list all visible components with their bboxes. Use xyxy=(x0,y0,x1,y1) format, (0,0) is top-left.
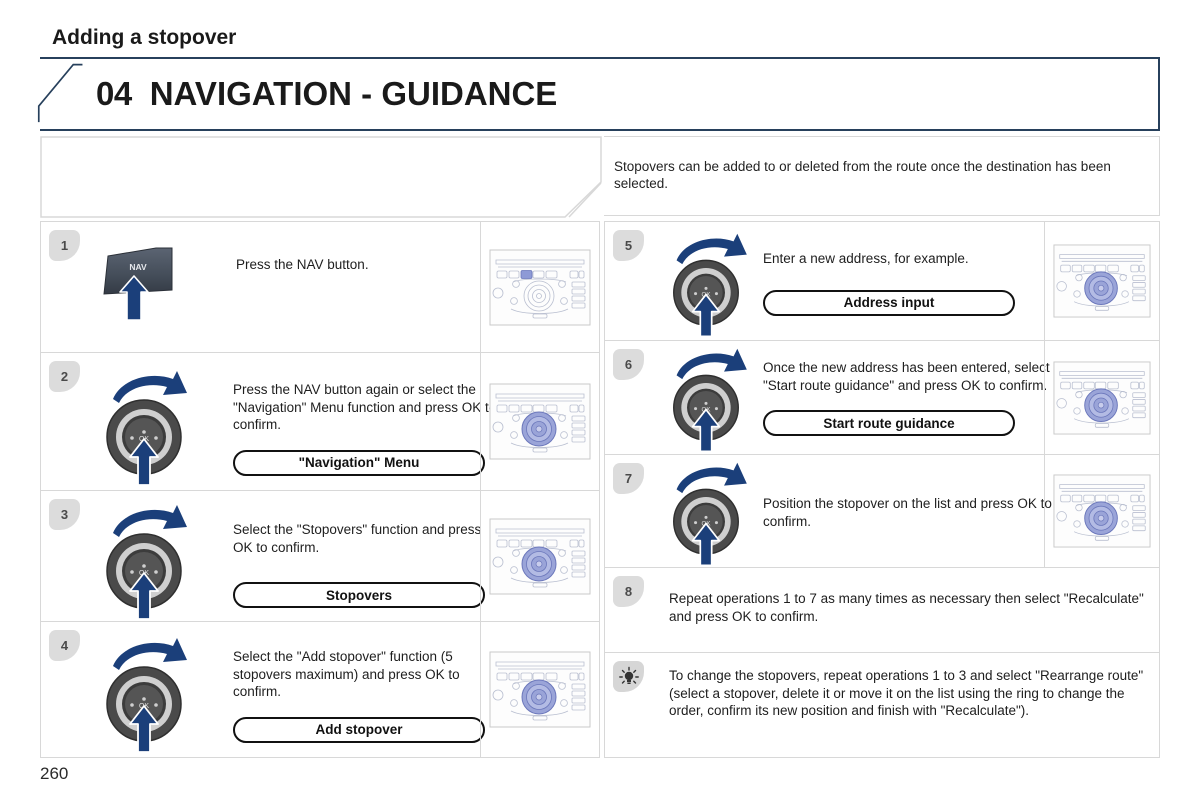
nav-button-label: NAV xyxy=(129,262,147,272)
step-item: 5 OK Enter a new address, for example. A… xyxy=(605,222,1159,341)
step-item: 8 Repeat operations 1 to 7 as many times… xyxy=(605,568,1159,653)
menu-chip[interactable]: Address input xyxy=(763,289,1015,316)
console-knob-highlight-thumbnail xyxy=(1053,244,1151,318)
rotate-ring-arrow-icon xyxy=(113,371,187,403)
rotary-knob-illustration: OK xyxy=(106,371,187,486)
step-item: 4 OK Select the "Add stopover" function … xyxy=(41,622,599,757)
section-intro-text: Stopovers can be added to or deleted fro… xyxy=(614,159,1111,191)
rotary-knob-illustration: OK xyxy=(673,462,747,567)
rotate-ring-arrow-icon xyxy=(676,462,747,494)
menu-chip[interactable]: Add stopover xyxy=(233,716,485,743)
nav-button-illustration: NAV xyxy=(103,247,173,321)
step-text: Press the NAV button. xyxy=(236,257,369,272)
section-title: Adding a stopover xyxy=(52,26,237,49)
knob-highlight xyxy=(1084,501,1118,536)
console-knob-highlight-thumbnail xyxy=(489,651,591,728)
page-title: NAVIGATION - GUIDANCE xyxy=(149,75,558,112)
knob-highlight xyxy=(521,679,557,715)
knob-highlight xyxy=(1084,387,1118,422)
rotate-ring-arrow-icon xyxy=(676,233,747,265)
menu-chip[interactable]: "Navigation" Menu xyxy=(233,449,485,476)
console-knob-highlight-thumbnail xyxy=(1053,474,1151,548)
console-nav-highlight-thumbnail xyxy=(489,249,591,325)
step-item: 2 OK Press the NAV button again or selec… xyxy=(41,353,599,491)
rotate-ring-arrow-icon xyxy=(676,348,747,380)
step-number-badge: 2 xyxy=(49,361,80,392)
step-number-badge: 3 xyxy=(49,499,80,530)
section-title-box xyxy=(40,136,602,218)
rotary-knob-illustration: OK xyxy=(106,505,187,620)
console-knob-highlight-thumbnail xyxy=(489,383,591,460)
knob-highlight xyxy=(521,411,557,447)
tip-badge xyxy=(613,661,644,692)
console-knob-highlight-thumbnail xyxy=(1053,360,1151,435)
rotary-knob-illustration: OK xyxy=(673,233,747,338)
step-text: Select the "Add stopover" function (5 st… xyxy=(233,649,460,699)
header-diagonal-corner xyxy=(37,63,83,123)
step-number-badge: 7 xyxy=(613,463,644,494)
step-text: Enter a new address, for example. xyxy=(763,251,969,266)
console-thumbnail-cell xyxy=(480,222,599,352)
menu-chip[interactable]: Stopovers xyxy=(233,582,485,608)
console-thumbnail-cell xyxy=(480,622,599,757)
lightbulb-icon xyxy=(618,666,639,684)
rotary-knob-illustration: OK xyxy=(106,638,187,753)
step-number-badge: 8 xyxy=(613,576,644,607)
chapter-header: 04 NAVIGATION - GUIDANCE xyxy=(96,64,557,124)
nav-key-highlight xyxy=(520,269,533,279)
step-number-badge: 4 xyxy=(49,630,80,661)
left-steps-column: 1 NAV Press the NAV button. 2 Press the … xyxy=(40,221,600,758)
step-text: Repeat operations 1 to 7 as many times a… xyxy=(669,591,1144,624)
knob-highlight xyxy=(1084,271,1118,306)
right-steps-column: 5 OK Enter a new address, for example. A… xyxy=(604,221,1160,758)
manual-page: 04 NAVIGATION - GUIDANCE Adding a stopov… xyxy=(0,0,1200,800)
knob-highlight xyxy=(521,546,557,581)
console-knob-highlight-thumbnail xyxy=(489,518,591,594)
rotate-ring-arrow-icon xyxy=(113,505,187,537)
tip-text: To change the stopovers, repeat operatio… xyxy=(669,668,1144,718)
console-thumbnail-cell xyxy=(1044,455,1159,567)
step-text: Position the stopover on the list and pr… xyxy=(763,496,1052,529)
console-thumbnail-cell xyxy=(480,491,599,621)
step-item: 3 OK Select the "Stopovers" function and… xyxy=(41,491,599,622)
step-number-badge: 5 xyxy=(613,230,644,261)
console-thumbnail-cell xyxy=(1044,222,1159,340)
chapter-number: 04 xyxy=(96,75,132,112)
step-text: Press the NAV button again or select the… xyxy=(233,382,497,432)
tip-item: To change the stopovers, repeat operatio… xyxy=(605,653,1159,753)
page-number: 260 xyxy=(40,764,69,783)
step-item: 7 OK Position the stopover on the list a… xyxy=(605,455,1159,568)
step-number-badge: 1 xyxy=(49,230,80,261)
console-thumbnail-cell xyxy=(1044,341,1159,454)
step-item: 1 NAV Press the NAV button. xyxy=(41,222,599,353)
console-thumbnail-cell xyxy=(480,353,599,490)
step-number-badge: 6 xyxy=(613,349,644,380)
rotary-knob-illustration: OK xyxy=(673,348,747,453)
rotate-ring-arrow-icon xyxy=(113,638,187,670)
step-item: 6 OK Once the new address has been enter… xyxy=(605,341,1159,455)
step-text: Select the "Stopovers" function and pres… xyxy=(233,522,482,555)
step-text: Once the new address has been entered, s… xyxy=(763,360,1050,393)
menu-chip[interactable]: Start route guidance xyxy=(763,410,1015,436)
